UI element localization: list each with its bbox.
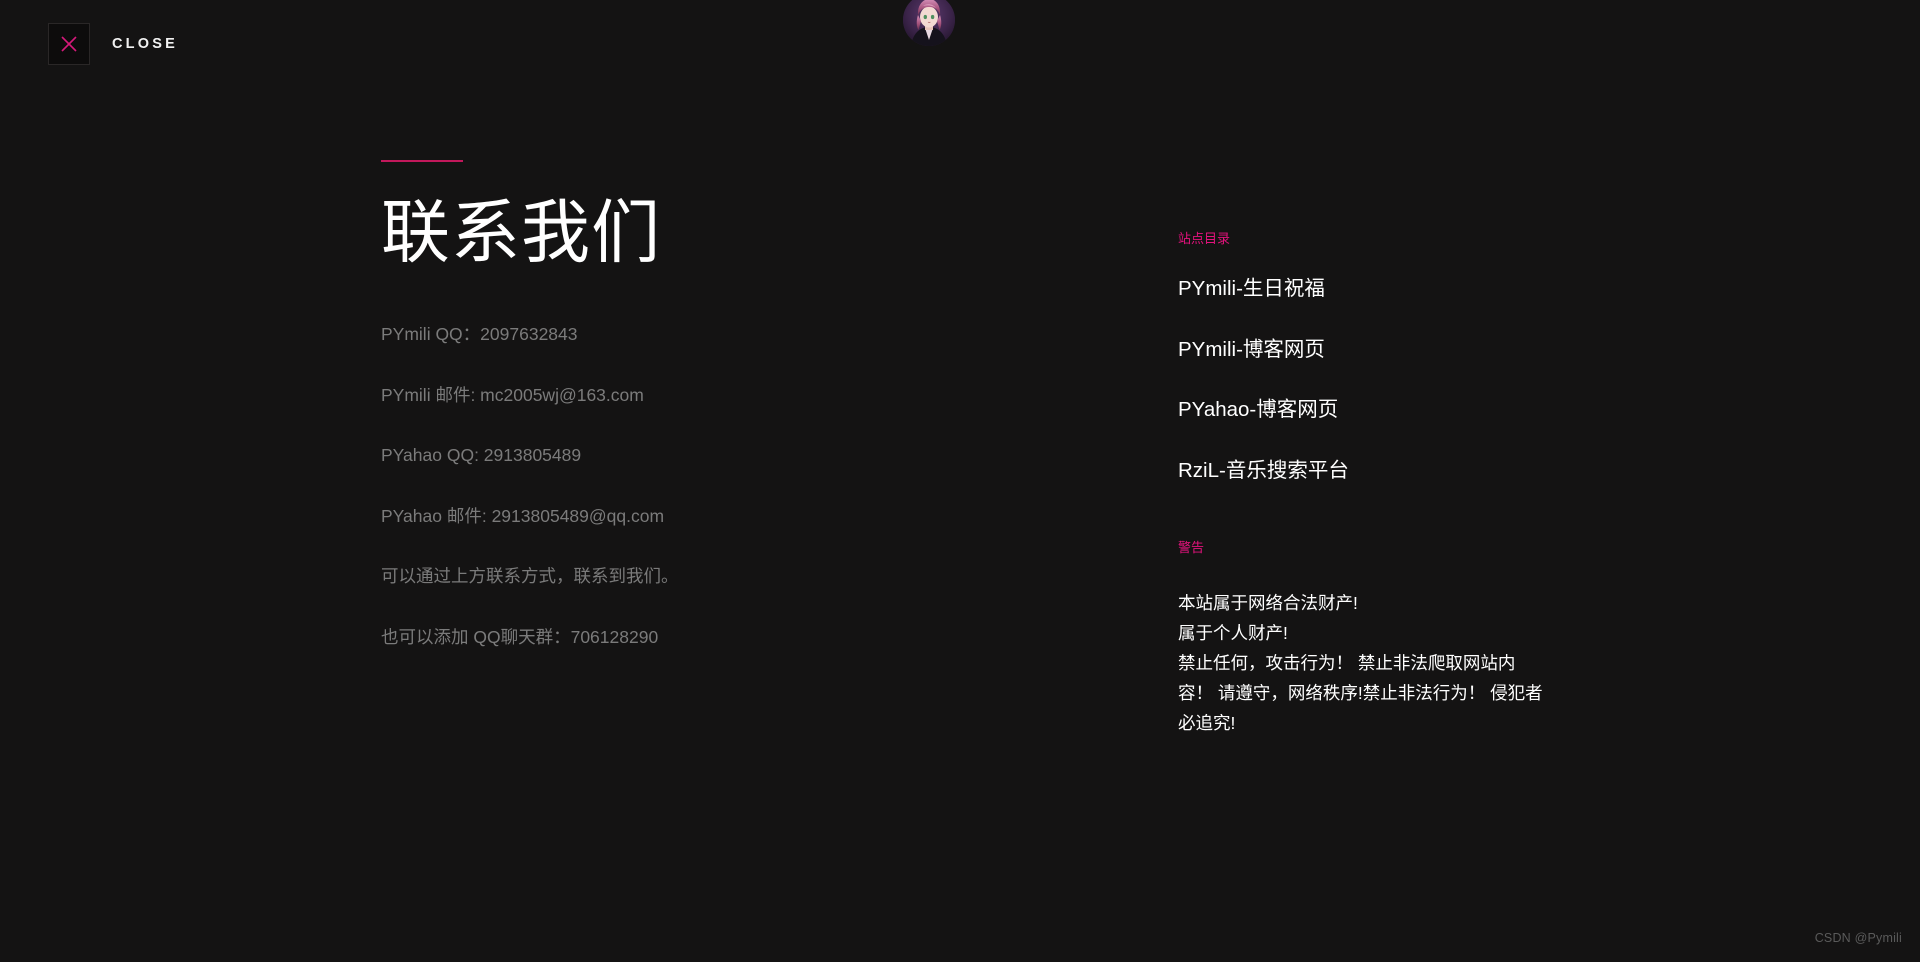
contact-item-pymili-qq: PYmili QQ：2097632843	[381, 324, 578, 345]
page-title: 联系我们	[381, 193, 661, 273]
user-avatar-image	[903, 0, 955, 46]
close-label[interactable]: CLOSE	[112, 36, 178, 52]
sidebar-link-pymili-blog[interactable]: PYmili-博客网页	[1178, 339, 1598, 361]
contact-item-pyahao-email: PYahao 邮件: 2913805489@qq.com	[381, 505, 665, 526]
close-control[interactable]: CLOSE	[48, 23, 178, 65]
contact-list: PYmili QQ：2097632843 PYmili 邮件: mc2005wj…	[381, 326, 921, 646]
contact-item-qq-group: 也可以添加 QQ聊天群：706128290	[381, 626, 659, 647]
accent-rule	[381, 160, 463, 162]
warning-text: 本站属于网络合法财产! 属于个人财产! 禁止任何，攻击行为！ 禁止非法爬取网站内…	[1178, 593, 1543, 733]
directory-heading: 站点目录	[1178, 231, 1231, 246]
sidebar-link-rzil-music[interactable]: RziL-音乐搜索平台	[1178, 460, 1598, 482]
contact-note: 可以通过上方联系方式，联系到我们。	[381, 566, 679, 587]
close-button[interactable]	[48, 23, 90, 65]
close-x-icon	[59, 34, 79, 54]
sidebar-section: 站点目录 PYmili-生日祝福 PYmili-博客网页 PYahao-博客网页…	[1178, 232, 1598, 738]
contact-item-pymili-email: PYmili 邮件: mc2005wj@163.com	[381, 384, 644, 405]
sidebar-link-pyahao-blog[interactable]: PYahao-博客网页	[1178, 399, 1598, 421]
contact-item-pyahao-qq: PYahao QQ: 2913805489	[381, 445, 582, 466]
contact-section: 联系我们 PYmili QQ：2097632843 PYmili 邮件: mc2…	[381, 160, 921, 646]
site-directory-list: PYmili-生日祝福 PYmili-博客网页 PYahao-博客网页 RziL…	[1178, 278, 1598, 482]
watermark: CSDN @Pymili	[1814, 931, 1902, 945]
warning-heading: 警告	[1178, 540, 1205, 555]
sidebar-link-birthday-wishes[interactable]: PYmili-生日祝福	[1178, 278, 1598, 300]
